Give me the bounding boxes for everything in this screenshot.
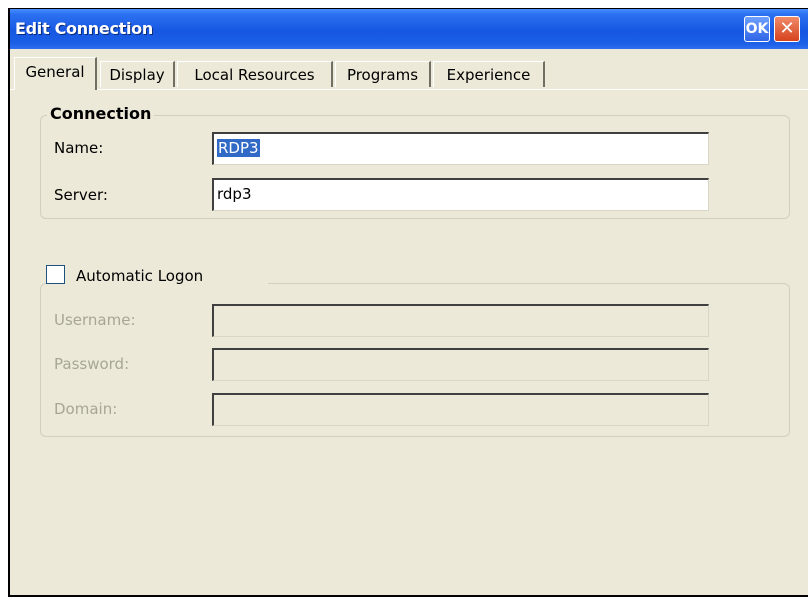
tab-local-resources-label: Local Resources (194, 66, 315, 84)
domain-label: Domain: (54, 400, 118, 418)
username-label: Username: (54, 311, 136, 329)
tab-local-resources[interactable]: Local Resources (177, 61, 333, 87)
tab-general-label: General (25, 63, 85, 81)
tab-panel-border (10, 89, 808, 90)
server-label: Server: (54, 186, 108, 204)
name-field[interactable]: RDP3 (212, 132, 709, 165)
tab-general[interactable]: General (14, 57, 97, 90)
server-field[interactable]: rdp3 (212, 178, 709, 211)
edit-connection-dialog: Edit Connection OK ✕ General Display Loc… (8, 8, 808, 597)
ok-button[interactable]: OK (744, 16, 770, 42)
tab-experience-label: Experience (446, 66, 531, 84)
tab-experience[interactable]: Experience (433, 61, 545, 87)
server-value: rdp3 (217, 185, 252, 203)
tab-programs-label: Programs (346, 66, 419, 84)
automatic-logon-label[interactable]: Automatic Logon (76, 267, 203, 285)
close-icon: ✕ (779, 18, 795, 39)
password-label: Password: (54, 355, 130, 373)
name-label: Name: (54, 139, 104, 157)
tab-display[interactable]: Display (100, 61, 175, 87)
title-bar: Edit Connection OK ✕ (10, 9, 808, 49)
window-title: Edit Connection (15, 19, 153, 38)
password-field[interactable] (212, 348, 709, 381)
tab-programs[interactable]: Programs (335, 61, 431, 87)
username-field[interactable] (212, 304, 709, 337)
close-button[interactable]: ✕ (774, 16, 800, 42)
tab-display-label: Display (109, 66, 165, 84)
domain-field[interactable] (212, 393, 709, 426)
name-value: RDP3 (217, 139, 260, 157)
automatic-logon-checkbox[interactable] (46, 265, 65, 284)
connection-group-title: Connection (47, 104, 155, 123)
